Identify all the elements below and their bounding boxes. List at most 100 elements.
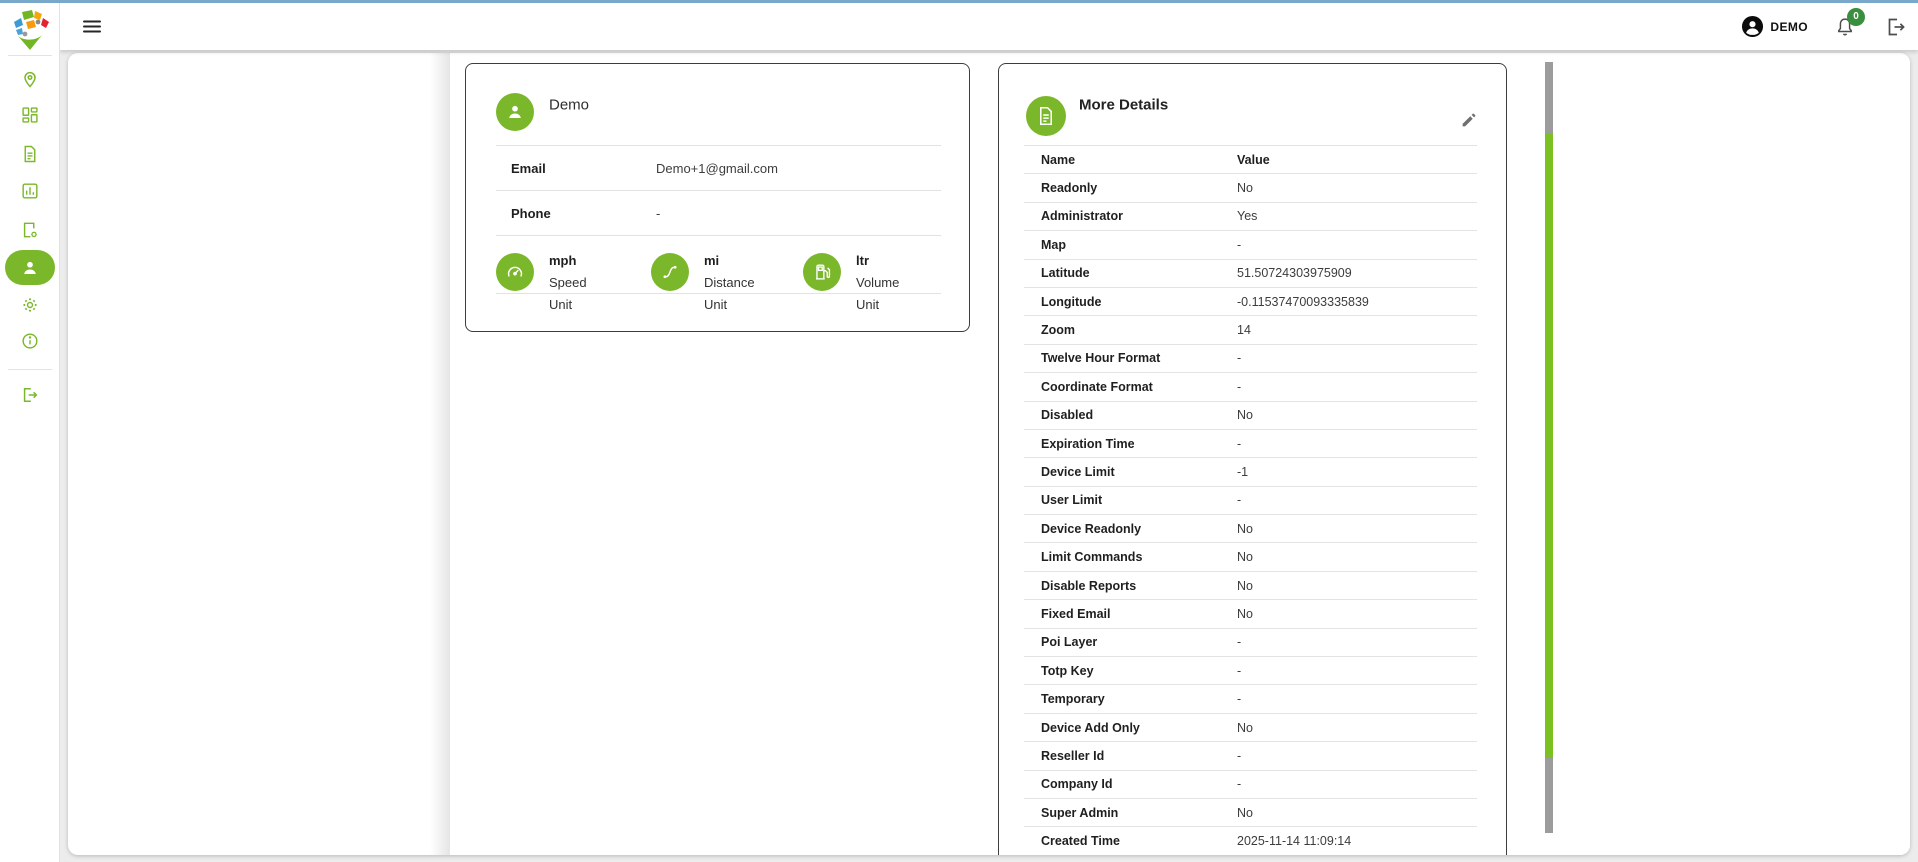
row-label: Super Admin [1024, 806, 1237, 820]
row-label: Reseller Id [1024, 749, 1237, 763]
row-label: Longitude [1024, 295, 1237, 309]
row-value: 14 [1237, 323, 1477, 337]
table-header-row: Name Value [1024, 146, 1477, 174]
row-value: No [1237, 408, 1477, 422]
row-value: No [1237, 522, 1477, 536]
logo-pin-icon [8, 8, 52, 52]
profile-card-title: Demo [549, 97, 589, 114]
profile-card-header: Demo [466, 64, 969, 146]
table-row: User Limit - [1024, 487, 1477, 515]
row-value: No [1237, 550, 1477, 564]
sidebar-item-logout[interactable] [20, 385, 40, 405]
sidebar-item-dashboard[interactable] [20, 105, 40, 125]
sidebar-item-device-settings[interactable] [20, 220, 40, 240]
row-value: - [1237, 380, 1477, 394]
row-label: Administrator [1024, 209, 1237, 223]
hamburger-icon [83, 20, 101, 22]
table-row: Device Limit -1 [1024, 458, 1477, 486]
column-header-value: Value [1237, 153, 1477, 167]
row-value: -1 [1237, 465, 1477, 479]
table-row: Twelve Hour Format - [1024, 345, 1477, 373]
menu-toggle-button[interactable] [83, 20, 101, 33]
row-value: No [1237, 579, 1477, 593]
logout-icon [1884, 15, 1908, 39]
row-value: - [1237, 437, 1477, 451]
sidebar-item-statistics[interactable] [20, 181, 40, 201]
table-row: Device Readonly No [1024, 515, 1477, 543]
details-avatar [1026, 96, 1066, 136]
person-icon [504, 101, 526, 123]
table-row: Readonly No [1024, 174, 1477, 202]
row-value: 51.50724303975909 [1237, 266, 1477, 280]
row-value: No [1237, 806, 1477, 820]
profile-field-email: Email Demo+1@gmail.com [466, 146, 969, 191]
row-label: Company Id [1024, 777, 1237, 791]
row-label: Fixed Email [1024, 607, 1237, 621]
table-row: Longitude -0.11537470093335839 [1024, 288, 1477, 316]
scrollbar-thumb[interactable] [1545, 133, 1553, 758]
location-pin-icon [20, 69, 40, 89]
table-row: Map - [1024, 231, 1477, 259]
row-label: Latitude [1024, 266, 1237, 280]
info-icon [20, 331, 40, 351]
sidebar-item-location[interactable] [20, 69, 40, 89]
row-value: - [1237, 351, 1477, 365]
field-label: Email [511, 146, 546, 191]
table-row: Latitude 51.50724303975909 [1024, 260, 1477, 288]
speedometer-icon [504, 261, 526, 283]
profile-avatar [496, 93, 534, 131]
scrollbar-track[interactable] [1545, 62, 1553, 833]
table-row: Created Time 2025-11-14 11:09:14 [1024, 827, 1477, 855]
sidebar [0, 3, 60, 862]
sidebar-item-users[interactable] [5, 250, 55, 285]
content-sheet: Demo Email Demo+1@gmail.com Phone - [68, 53, 1910, 855]
sidebar-item-settings[interactable] [20, 295, 40, 315]
speed-unit-badge [496, 253, 534, 291]
account-icon [1741, 15, 1764, 38]
table-row: Device Add Only No [1024, 714, 1477, 742]
pencil-icon [1460, 111, 1478, 129]
details-card-header: More Details [999, 64, 1506, 146]
row-label: Readonly [1024, 181, 1237, 195]
table-row: Company Id - [1024, 771, 1477, 799]
volume-unit-badge [803, 253, 841, 291]
table-row: Limit Commands No [1024, 543, 1477, 571]
table-row: Disable Reports No [1024, 572, 1477, 600]
row-label: Limit Commands [1024, 550, 1237, 564]
fuel-pump-icon [811, 261, 833, 283]
app-window: DEMO 0 [0, 0, 1918, 862]
table-row: Temporary - [1024, 685, 1477, 713]
notifications-button[interactable]: 0 [1834, 16, 1856, 38]
row-label: Totp Key [1024, 664, 1237, 678]
row-value: -0.11537470093335839 [1237, 295, 1477, 309]
row-label: Poi Layer [1024, 635, 1237, 649]
details-card: More Details Name Value [998, 63, 1507, 855]
sidebar-item-reports[interactable] [20, 144, 40, 164]
unit-label: Distance Unit [704, 272, 755, 316]
row-value: - [1237, 749, 1477, 763]
edit-button[interactable] [1460, 111, 1478, 129]
column-header-name: Name [1024, 153, 1237, 167]
row-value: Yes [1237, 209, 1477, 223]
row-label: Expiration Time [1024, 437, 1237, 451]
notification-badge: 0 [1847, 8, 1865, 26]
app-logo[interactable] [8, 8, 52, 52]
top-accent-line [0, 0, 1918, 3]
details-table: Name Value Readonly No Administrator Yes [999, 146, 1506, 855]
row-label: Disable Reports [1024, 579, 1237, 593]
row-label: Created Time [1024, 834, 1237, 848]
table-row: Poi Layer - [1024, 629, 1477, 657]
row-value: - [1237, 493, 1477, 507]
user-label: DEMO [1770, 20, 1808, 34]
details-card-title: More Details [1079, 97, 1168, 114]
row-value: - [1237, 777, 1477, 791]
bar-chart-icon [20, 181, 40, 201]
table-row: Zoom 14 [1024, 316, 1477, 344]
row-label: Twelve Hour Format [1024, 351, 1237, 365]
row-label: Device Add Only [1024, 721, 1237, 735]
row-label: Map [1024, 238, 1237, 252]
logout-button[interactable] [1884, 15, 1908, 39]
field-label: Phone [511, 191, 551, 236]
user-menu-button[interactable]: DEMO [1741, 15, 1808, 38]
sidebar-item-about[interactable] [20, 331, 40, 351]
